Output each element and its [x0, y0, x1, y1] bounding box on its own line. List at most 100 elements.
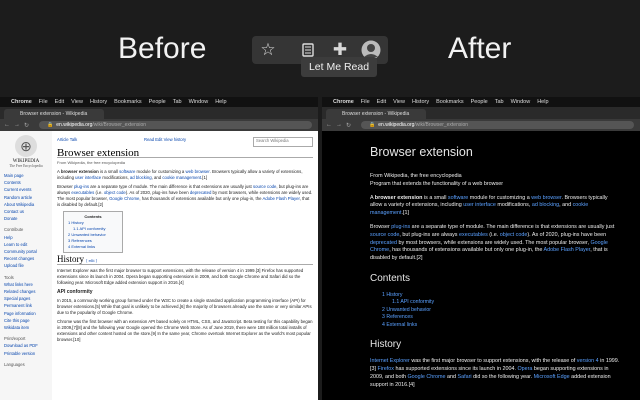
- url-field[interactable]: 🔒 en.wikipedia.org /wiki/Browser_extensi…: [361, 121, 634, 129]
- sidebar-link-wikidata[interactable]: Wikidata item: [4, 325, 48, 331]
- wikipedia-globe-icon[interactable]: ⊕: [15, 135, 37, 157]
- reader-intro: A browser extension is a small software …: [370, 194, 608, 217]
- toc-item[interactable]: 4 External links: [382, 322, 640, 330]
- reader-toc: 1 History 1.1 API conformity 2 Unwanted …: [382, 292, 640, 330]
- toc-item[interactable]: 1.1 API conformity: [392, 299, 640, 307]
- sidebar-link-current-events[interactable]: Current events: [4, 187, 48, 193]
- sidebar-link-whatlinks[interactable]: What links here: [4, 282, 48, 288]
- menu-tab[interactable]: Tab: [173, 99, 182, 105]
- reader-title: Browser extension: [370, 145, 473, 159]
- article-intro: A browser extension is a small software …: [57, 169, 303, 180]
- wikipedia-page: ⊕ WIKIPEDIA The Free Encyclopedia Main p…: [0, 131, 318, 400]
- sidebar-link-recent[interactable]: Recent changes: [4, 256, 48, 262]
- browser-tab[interactable]: Browser extension - Wikipedia: [326, 109, 426, 119]
- sidebar-link-main-page[interactable]: Main page: [4, 173, 48, 179]
- reader-history-heading: History: [370, 339, 402, 351]
- menu-window[interactable]: Window: [189, 99, 209, 105]
- menubar: Chrome File Edit View History Bookmarks …: [0, 97, 318, 107]
- after-label: After: [448, 32, 512, 65]
- forward-icon[interactable]: →: [14, 122, 20, 128]
- api-paragraph: In 2015, a community working group forme…: [57, 298, 312, 315]
- url-path: /wiki/Browser_extension: [92, 122, 147, 128]
- comparison-header: Before After ☆ ✚ Let Me Read: [0, 0, 640, 97]
- reader-view: Browser extension From Wikipedia, the fr…: [322, 131, 640, 400]
- wiki-sidebar: ⊕ WIKIPEDIA The Free Encyclopedia Main p…: [0, 131, 52, 400]
- sidebar-link-learn[interactable]: Learn to edit: [4, 242, 48, 248]
- api-heading: API conformity: [57, 289, 93, 295]
- url-domain: en.wikipedia.org: [56, 122, 93, 128]
- sidebar-link-pageinfo[interactable]: Page information: [4, 311, 48, 317]
- address-bar: ← → ↻ 🔒 en.wikipedia.org /wiki/Browser_e…: [0, 119, 318, 131]
- menu-history[interactable]: History: [412, 99, 429, 105]
- article-from: From Wikipedia, the free encyclopedia: [57, 160, 126, 165]
- menu-help[interactable]: Help: [537, 99, 548, 105]
- sidebar-heading-print: Print/export: [4, 336, 26, 342]
- menu-history[interactable]: History: [90, 99, 107, 105]
- toc-item[interactable]: 2 Unwanted behavior: [382, 307, 640, 315]
- table-of-contents: Contents 1 History 1.1 API conformity 2 …: [63, 211, 123, 253]
- wiki-search-input[interactable]: Search Wikipedia: [252, 137, 313, 147]
- sidebar-link-contents[interactable]: Contents: [4, 180, 48, 186]
- reader-plugins: Browser plug-ins are a separate type of …: [370, 223, 615, 262]
- sidebar-link-random[interactable]: Random article: [4, 195, 48, 201]
- sidebar-link-help[interactable]: Help: [4, 235, 48, 241]
- url-domain: en.wikipedia.org: [378, 122, 415, 128]
- toc-item[interactable]: 4 External links: [68, 244, 118, 250]
- toc-item[interactable]: 3 References: [382, 314, 640, 322]
- tab-strip: Browser extension - Wikipedia: [0, 107, 318, 119]
- reader-history-paragraph: Internet Explorer was the first major br…: [370, 358, 620, 388]
- menu-edit[interactable]: Edit: [377, 99, 386, 105]
- after-browser: Chrome File Edit View History Bookmarks …: [322, 97, 640, 400]
- tab-strip: Browser extension - Wikipedia: [322, 107, 640, 119]
- url-field[interactable]: 🔒 en.wikipedia.org /wiki/Browser_extensi…: [39, 121, 312, 129]
- sidebar-link-donate[interactable]: Donate: [4, 216, 48, 222]
- toc-item[interactable]: 1 History: [382, 292, 640, 300]
- menu-file[interactable]: File: [39, 99, 48, 105]
- api-paragraph-2: Chrome was the first browser with an ext…: [57, 319, 313, 342]
- sidebar-link-printable[interactable]: Printable version: [4, 351, 48, 357]
- article-plugins: Browser plug-ins are a separate type of …: [57, 184, 313, 207]
- back-icon[interactable]: ←: [4, 122, 10, 128]
- menu-view[interactable]: View: [71, 99, 83, 105]
- browser-tab[interactable]: Browser extension - Wikipedia: [4, 109, 104, 119]
- sidebar-link-upload[interactable]: Upload file: [4, 263, 48, 269]
- sidebar-link-about[interactable]: About Wikipedia: [4, 202, 48, 208]
- reload-icon[interactable]: ↻: [346, 122, 351, 129]
- menu-file[interactable]: File: [361, 99, 370, 105]
- sidebar-link-permanent[interactable]: Permanent link: [4, 303, 48, 309]
- menu-people[interactable]: People: [149, 99, 166, 105]
- sidebar-heading-languages: Languages: [4, 361, 25, 367]
- sidebar-link-special[interactable]: Special pages: [4, 296, 48, 302]
- sidebar-link-portal[interactable]: Community portal: [4, 249, 48, 255]
- menu-chrome[interactable]: Chrome: [11, 99, 32, 105]
- sidebar-link-related[interactable]: Related changes: [4, 289, 48, 295]
- menu-view[interactable]: View: [393, 99, 405, 105]
- star-icon[interactable]: ☆: [256, 36, 280, 64]
- edit-link[interactable]: [ edit ]: [86, 258, 97, 263]
- wiki-tagline: The Free Encyclopedia: [9, 164, 43, 168]
- back-icon[interactable]: ←: [326, 122, 332, 128]
- sidebar-link-pdf[interactable]: Download as PDF: [4, 343, 48, 349]
- reader-contents-heading: Contents: [370, 272, 411, 284]
- sidebar-link-contact[interactable]: Contact us: [4, 209, 48, 215]
- menu-edit[interactable]: Edit: [55, 99, 64, 105]
- before-label: Before: [118, 32, 207, 65]
- wiki-topbar: Article Talk Read Edit View history Sear…: [57, 137, 313, 147]
- menu-window[interactable]: Window: [511, 99, 531, 105]
- menu-chrome[interactable]: Chrome: [333, 99, 354, 105]
- menu-bookmarks[interactable]: Bookmarks: [436, 99, 464, 105]
- menu-people[interactable]: People: [471, 99, 488, 105]
- lock-icon: 🔒: [369, 122, 376, 128]
- article-title: Browser extension: [57, 148, 313, 159]
- sidebar-heading-contribute: Contribute: [4, 227, 24, 233]
- menu-tab[interactable]: Tab: [495, 99, 504, 105]
- article-talk-tabs[interactable]: Article Talk: [57, 137, 77, 147]
- reload-icon[interactable]: ↻: [24, 122, 29, 129]
- menu-help[interactable]: Help: [215, 99, 226, 105]
- forward-icon[interactable]: →: [336, 122, 342, 128]
- wiki-content: Article Talk Read Edit View history Sear…: [55, 131, 315, 400]
- sidebar-link-cite[interactable]: Cite this page: [4, 318, 48, 324]
- read-edit-tabs[interactable]: Read Edit View history: [144, 137, 186, 147]
- address-bar: ← → ↻ 🔒 en.wikipedia.org /wiki/Browser_e…: [322, 119, 640, 131]
- menu-bookmarks[interactable]: Bookmarks: [114, 99, 142, 105]
